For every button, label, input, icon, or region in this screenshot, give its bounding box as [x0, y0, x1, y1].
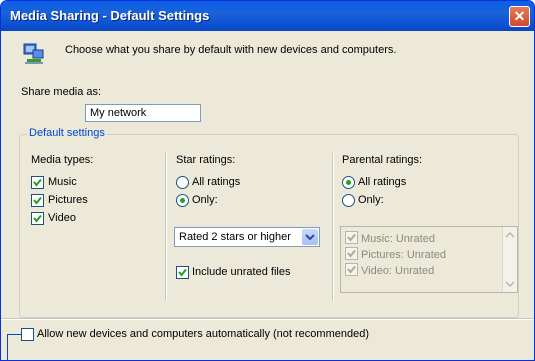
radio-selected-dot: [346, 180, 351, 185]
parental-ratings-list[interactable]: Music: Unrated Pictures: Unrated Video: …: [340, 226, 518, 293]
parental-all-radio[interactable]: [342, 176, 355, 189]
video-label: Video: [48, 212, 76, 224]
list-item: Music: Unrated: [345, 231, 435, 245]
default-settings-legend: Default settings: [27, 127, 107, 139]
title-bar[interactable]: Media Sharing - Default Settings ✕: [1, 1, 534, 31]
allow-new-devices-label: Allow new devices and computers automati…: [37, 328, 369, 340]
star-rating-dropdown-value: Rated 2 stars or higher: [179, 231, 291, 243]
checkmark-icon: [347, 265, 356, 274]
list-item: Video: Unrated: [345, 263, 434, 277]
dialog-window: Media Sharing - Default Settings ✕ Choos…: [0, 0, 535, 361]
checkmark-icon: [347, 249, 356, 258]
list-item: Pictures: Unrated: [345, 247, 446, 261]
chevron-down-icon[interactable]: [503, 278, 517, 290]
star-only-label: Only:: [192, 194, 218, 206]
intro-text: Choose what you share by default with ne…: [65, 44, 397, 56]
chevron-up-icon[interactable]: [503, 229, 517, 241]
checkmark-icon: [347, 233, 356, 242]
allow-new-devices-checkbox[interactable]: [21, 328, 34, 341]
video-checkbox[interactable]: [31, 212, 44, 225]
window-title: Media Sharing - Default Settings: [10, 8, 210, 23]
include-unrated-checkbox[interactable]: [176, 266, 189, 279]
share-media-label: Share media as:: [21, 86, 102, 98]
disabled-checkbox: [345, 263, 358, 276]
list-item-label: Music: Unrated: [361, 233, 435, 245]
share-name-input[interactable]: My network: [85, 104, 201, 122]
checkmark-icon: [33, 214, 42, 223]
parental-only-radio[interactable]: [342, 194, 355, 207]
callout-line: [7, 334, 8, 360]
music-checkbox[interactable]: [31, 176, 44, 189]
list-item-label: Pictures: Unrated: [361, 249, 446, 261]
dropdown-arrow-button[interactable]: [302, 229, 318, 245]
close-button[interactable]: ✕: [509, 6, 530, 27]
parental-only-label: Only:: [358, 194, 384, 206]
radio-selected-dot: [180, 198, 185, 203]
star-only-radio[interactable]: [176, 194, 189, 207]
column-divider: [332, 153, 334, 301]
chevron-down-icon: [305, 234, 315, 241]
callout-line: [7, 334, 21, 335]
pictures-label: Pictures: [48, 194, 88, 206]
star-all-label: All ratings: [192, 176, 241, 188]
disabled-checkbox: [345, 247, 358, 260]
close-icon: ✕: [513, 8, 526, 24]
checkmark-icon: [33, 178, 42, 187]
pictures-checkbox[interactable]: [31, 194, 44, 207]
parental-all-label: All ratings: [358, 176, 407, 188]
column-divider: [165, 153, 167, 301]
include-unrated-label: Include unrated files: [192, 266, 291, 278]
checkmark-icon: [33, 196, 42, 205]
star-rating-dropdown[interactable]: Rated 2 stars or higher: [174, 227, 320, 247]
list-item-label: Video: Unrated: [361, 265, 435, 277]
media-sharing-icon: [23, 43, 44, 64]
disabled-checkbox: [345, 231, 358, 244]
separator: [1, 318, 534, 320]
star-ratings-label: Star ratings:: [176, 154, 236, 166]
parental-ratings-label: Parental ratings:: [342, 154, 423, 166]
share-name-value: My network: [90, 107, 147, 119]
music-label: Music: [48, 176, 77, 188]
checkmark-icon: [178, 268, 187, 277]
media-types-label: Media types:: [31, 154, 94, 166]
star-all-radio[interactable]: [176, 176, 189, 189]
list-scrollbar[interactable]: [502, 227, 517, 292]
